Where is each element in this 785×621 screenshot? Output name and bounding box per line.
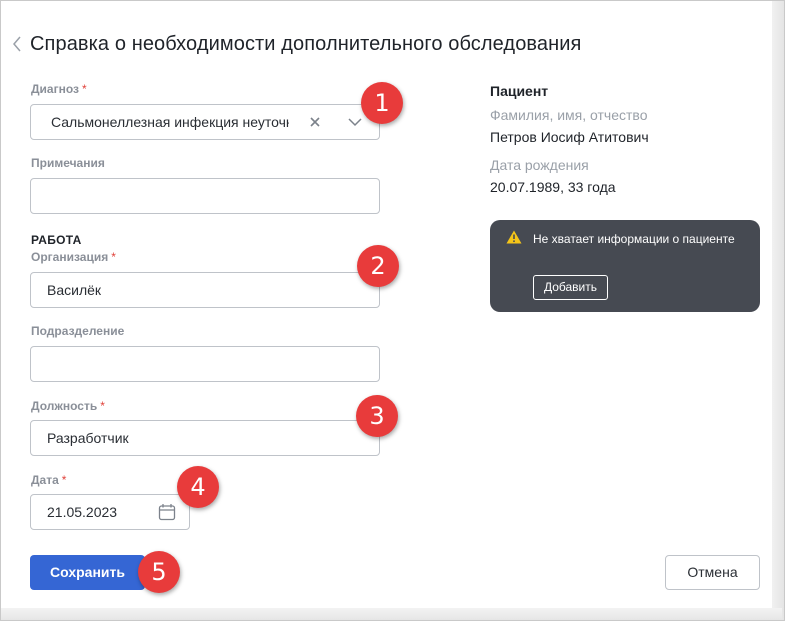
position-label-text: Должность [31, 399, 98, 413]
patient-name-label: Фамилия, имя, отчество [490, 107, 648, 123]
warning-icon [506, 230, 522, 244]
department-label: Подразделение [31, 324, 125, 338]
required-mark: * [61, 473, 67, 487]
alert-message: Не хватает информации о пациенте [533, 232, 735, 246]
date-value: 21.05.2023 [47, 504, 118, 520]
clear-icon[interactable] [307, 114, 323, 130]
position-input[interactable]: Разработчик [30, 420, 380, 456]
organization-input[interactable]: Василёк [30, 272, 380, 308]
date-input[interactable]: 21.05.2023 [30, 494, 190, 530]
position-label: Должность * [31, 399, 105, 413]
organization-label-text: Организация [31, 250, 109, 264]
required-mark: * [111, 250, 116, 264]
notes-input[interactable] [30, 178, 380, 214]
annotation-badge-1: 1 [361, 82, 403, 124]
diagnosis-select[interactable]: Сальмонеллезная инфекция неуточненн [30, 104, 380, 140]
organization-label: Организация * [31, 250, 116, 264]
department-input[interactable] [30, 346, 380, 382]
notes-label: Примечания [31, 156, 105, 170]
work-section-heading: РАБОТА [31, 233, 82, 247]
patient-heading: Пациент [490, 83, 549, 99]
required-mark: * [100, 399, 105, 413]
organization-value: Василёк [47, 282, 102, 298]
window-edge-right [772, 1, 784, 620]
save-button[interactable]: Сохранить [30, 555, 145, 590]
window-edge-bottom [1, 608, 782, 620]
diagnosis-value: Сальмонеллезная инфекция неуточненн [51, 114, 289, 130]
patient-birth: 20.07.1989, 33 года [490, 179, 616, 195]
date-label: Дата * [31, 473, 66, 487]
required-mark: * [81, 82, 87, 96]
add-patient-info-button[interactable]: Добавить [533, 275, 608, 300]
cancel-button[interactable]: Отмена [665, 555, 760, 590]
chevron-down-icon[interactable] [347, 115, 363, 129]
diagnosis-label: Диагноз * [31, 82, 87, 96]
annotation-badge-4: 4 [177, 466, 219, 508]
annotation-badge-3: 3 [356, 395, 398, 437]
date-label-text: Дата [31, 473, 59, 487]
back-arrow-icon[interactable] [12, 36, 26, 54]
calendar-icon[interactable] [158, 503, 176, 521]
position-value: Разработчик [47, 430, 129, 446]
page-title: Справка о необходимости дополнительного … [30, 33, 582, 55]
diagnosis-label-text: Диагноз [31, 82, 79, 96]
diagnosis-value-main: Сальмонеллезная [51, 114, 171, 130]
diagnosis-value-rest: инфекция неуточненн [174, 114, 289, 130]
patient-name: Петров Иосиф Атитович [490, 129, 649, 145]
missing-info-alert: Не хватает информации о пациенте Добавит… [490, 220, 760, 312]
annotation-badge-2: 2 [357, 245, 399, 287]
patient-birth-label: Дата рождения [490, 157, 589, 173]
annotation-badge-5: 5 [138, 551, 180, 593]
